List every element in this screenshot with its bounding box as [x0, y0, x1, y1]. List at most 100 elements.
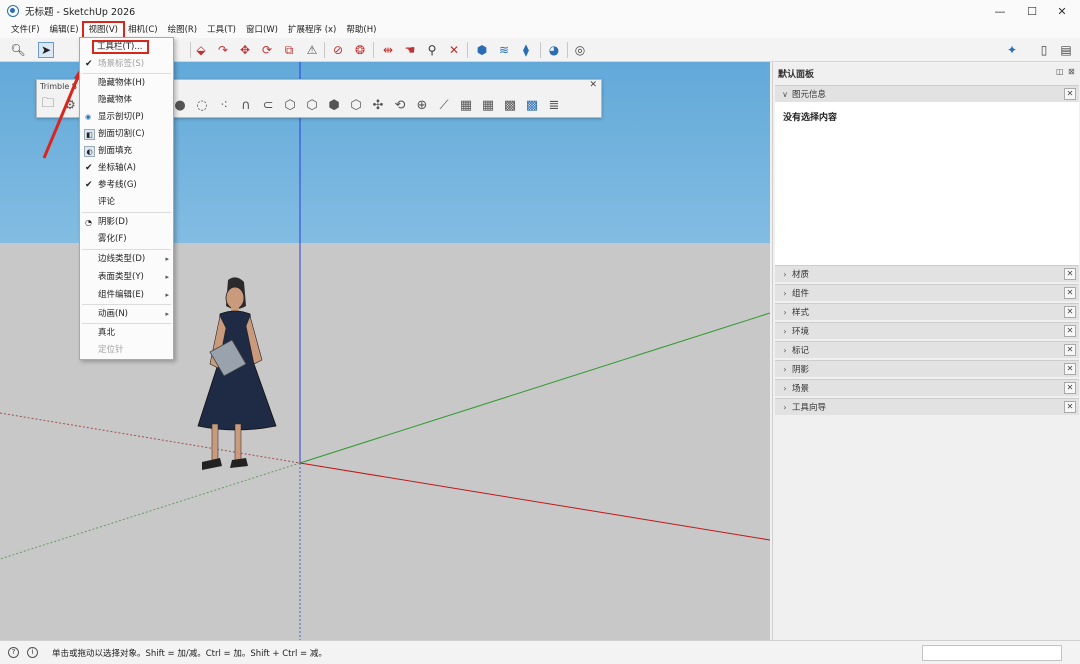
rotate-icon[interactable]: ⟳	[259, 42, 275, 58]
menu-edge-style[interactable]: 边线类型(D) ▸	[80, 251, 173, 268]
menu-edit[interactable]: 编辑(E)	[45, 23, 84, 37]
panel-close-button[interactable]: ✕	[1064, 325, 1076, 337]
sandbox-stamp-icon[interactable]: ⁖	[215, 96, 233, 114]
panel-scenes[interactable]: › 场景 ✕	[775, 379, 1079, 396]
panel-tags[interactable]: › 标记 ✕	[775, 341, 1079, 358]
menu-hidden-objects[interactable]: 隐藏物体	[80, 92, 173, 109]
solid-outer-shell-icon[interactable]: ⬡	[281, 96, 299, 114]
panel-close-button[interactable]: ✕	[1064, 363, 1076, 375]
trimble-connect-icon[interactable]: ◕	[546, 42, 562, 58]
menu-section-planes[interactable]: ◉ 显示剖切(P)	[80, 109, 173, 126]
move-icon[interactable]: ✥	[237, 42, 253, 58]
menu-scene-tabs[interactable]: ✔ 场景标签(S)	[80, 56, 173, 73]
terrain-grid-icon[interactable]: ▦	[457, 96, 475, 114]
menu-extensions[interactable]: 扩展程序 (x)	[283, 23, 341, 37]
submenu-arrow-icon: ▸	[165, 291, 169, 299]
pan-icon[interactable]: ☚	[402, 42, 418, 58]
minimize-button[interactable]: —	[984, 0, 1016, 22]
panel-instructor[interactable]: › 工具向导 ✕	[775, 398, 1079, 415]
chevron-right-icon: ›	[783, 269, 787, 279]
person-figure	[197, 277, 277, 470]
account-icon[interactable]: ◎	[572, 42, 588, 58]
paint-bucket-icon[interactable]: ❂	[352, 42, 368, 58]
panel-close-button[interactable]: ✕	[1064, 287, 1076, 299]
panel-entity-info[interactable]: ∨ 图元信息 ✕	[775, 85, 1079, 102]
menu-toolbars[interactable]: 工具栏(T)...	[92, 40, 149, 54]
menu-separator	[82, 212, 171, 213]
panel-toggle-icon[interactable]: ▤	[1058, 42, 1074, 58]
solid-union-icon[interactable]: ⬢	[325, 96, 343, 114]
panel-close-button[interactable]: ✕	[1064, 401, 1076, 413]
panel-styles[interactable]: › 样式 ✕	[775, 303, 1079, 320]
menu-separator	[82, 73, 171, 74]
terrain-grid-alt-icon[interactable]: ▦	[479, 96, 497, 114]
layers-icon[interactable]: ≣	[545, 96, 563, 114]
panel-close-button[interactable]: ✕	[1064, 306, 1076, 318]
panel-close-button[interactable]: ✕	[1064, 268, 1076, 280]
add-location-icon[interactable]: ⊕	[413, 96, 431, 114]
terrain-grid-blue-icon[interactable]: ▩	[523, 96, 541, 114]
solid-trim-icon[interactable]: ✣	[369, 96, 387, 114]
tape-measure-icon[interactable]: ⊘	[330, 42, 346, 58]
tray-close-icon[interactable]: ⊠	[1068, 67, 1075, 76]
3d-warehouse-icon[interactable]: ⬢	[474, 42, 490, 58]
help-icon[interactable]: ?	[8, 647, 19, 658]
zoom-extents-icon[interactable]: ✕	[446, 42, 462, 58]
menu-hidden-geometry[interactable]: 隐藏物体(H)	[80, 75, 173, 92]
menu-location-pin: 定位针	[98, 345, 124, 355]
menu-tools[interactable]: 工具(T)	[202, 23, 241, 37]
chevron-right-icon: ›	[783, 307, 787, 317]
floating-toolbar-close-button[interactable]: ✕	[589, 80, 597, 90]
menu-help[interactable]: 帮助(H)	[341, 23, 381, 37]
menu-draw[interactable]: 绘图(R)	[163, 23, 203, 37]
menu-comments[interactable]: 评论	[80, 194, 173, 211]
menu-camera[interactable]: 相机(C)	[123, 23, 163, 37]
magnet-alt-icon[interactable]: ⊂	[259, 96, 277, 114]
panel-shadows[interactable]: › 阴影 ✕	[775, 360, 1079, 377]
terrain-grid-color-icon[interactable]: ▩	[501, 96, 519, 114]
panel-close-button[interactable]: ✕	[1064, 88, 1076, 100]
menu-view[interactable]: 视图(V)	[81, 21, 126, 39]
measurements-box[interactable]	[922, 645, 1062, 661]
new-document-icon[interactable]: ▯	[1036, 42, 1052, 58]
menu-true-north[interactable]: 真北	[80, 325, 173, 342]
orbit-icon[interactable]: ⇹	[380, 42, 396, 58]
menu-animation[interactable]: 动画(N) ▸	[80, 306, 173, 323]
follow-me-icon[interactable]: ↷	[215, 42, 231, 58]
offset-icon[interactable]: ⚠	[304, 42, 320, 58]
magnet-icon[interactable]: ∩	[237, 96, 255, 114]
panel-components[interactable]: › 组件 ✕	[775, 284, 1079, 301]
tray-pin-icon[interactable]: ◫	[1056, 67, 1064, 76]
panel-environment[interactable]: › 环境 ✕	[775, 322, 1079, 339]
menu-fog[interactable]: 雾化(F)	[80, 231, 173, 248]
extension-warehouse-icon[interactable]: ≋	[496, 42, 512, 58]
menu-section-cuts[interactable]: ◧ 剖面切割(C)	[80, 126, 173, 143]
panel-materials[interactable]: › 材质 ✕	[775, 265, 1079, 282]
select-tool-icon[interactable]: ➤	[38, 42, 54, 58]
layout-icon[interactable]: ⧫	[518, 42, 534, 58]
close-button[interactable]: ✕	[1046, 0, 1078, 22]
zoom-search-icon[interactable]: 🔍︎	[10, 42, 26, 58]
menu-window[interactable]: 窗口(W)	[241, 23, 283, 37]
zoom-icon[interactable]: ⚲	[424, 42, 440, 58]
menu-shadows[interactable]: ◔ 阴影(D)	[80, 214, 173, 231]
view-menu-dropdown: 工具栏(T)... ✔ 场景标签(S) 隐藏物体(H) 隐藏物体 ◉ 显示剖切(P)…	[79, 37, 174, 360]
solid-split-icon[interactable]: ⟲	[391, 96, 409, 114]
ai-assistant-icon[interactable]: ✦	[1004, 42, 1020, 58]
menu-guides[interactable]: ✔ 参考线(G)	[80, 177, 173, 194]
menu-component-edit[interactable]: 组件编辑(E) ▸	[80, 287, 173, 304]
menu-axes[interactable]: ✔ 坐标轴(A)	[80, 160, 173, 177]
menu-face-style[interactable]: 表面类型(Y) ▸	[80, 269, 173, 286]
menu-section-fill[interactable]: ◐ 剖面填充	[80, 143, 173, 160]
panel-close-button[interactable]: ✕	[1064, 344, 1076, 356]
panel-close-button[interactable]: ✕	[1064, 382, 1076, 394]
line-tool-icon[interactable]: ⟋	[435, 96, 453, 114]
solid-intersect-icon[interactable]: ⬡	[303, 96, 321, 114]
maximize-button[interactable]: ☐	[1016, 0, 1048, 22]
scale-icon[interactable]: ⧉	[281, 42, 297, 58]
solid-subtract-icon[interactable]: ⬡	[347, 96, 365, 114]
menu-file[interactable]: 文件(F)	[6, 23, 45, 37]
info-icon[interactable]: i	[27, 647, 38, 658]
toolbar-separator	[373, 42, 374, 58]
push-pull-icon[interactable]: ⬙	[193, 42, 209, 58]
